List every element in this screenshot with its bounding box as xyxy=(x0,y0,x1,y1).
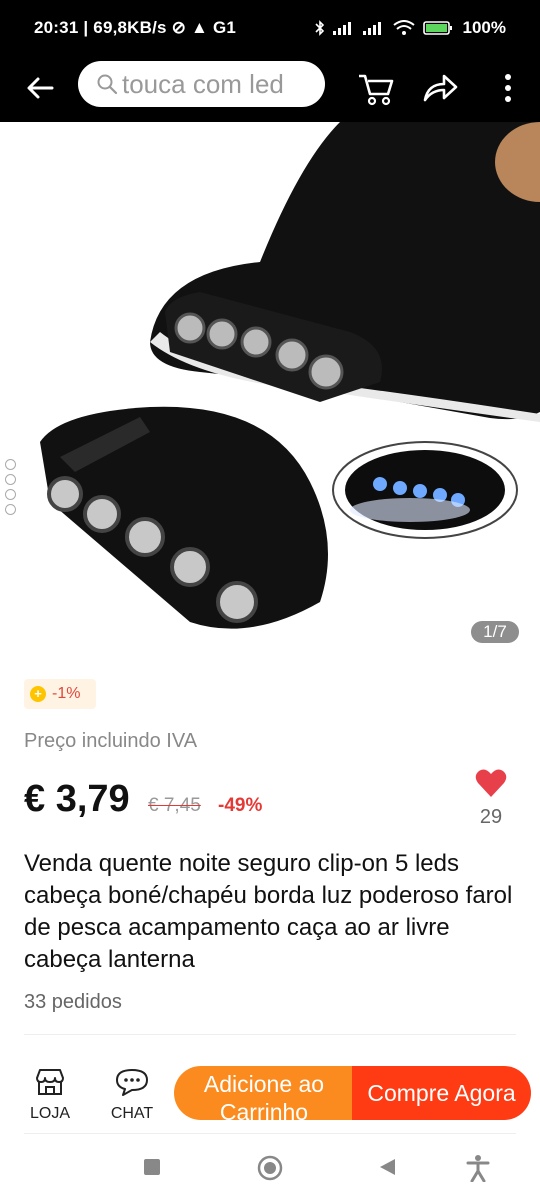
home-icon[interactable] xyxy=(257,1155,283,1181)
current-price: € 3,79 xyxy=(24,778,130,820)
chat-button[interactable]: CHAT xyxy=(104,1068,160,1123)
buy-now-button[interactable]: Compre Agora xyxy=(352,1066,531,1120)
promo-badge[interactable]: + -1% xyxy=(24,679,96,709)
system-nav-bar xyxy=(0,1140,540,1200)
status-bar: 20:31 | 69,8KB/s ⊘ ▲ G1 100% xyxy=(0,0,540,58)
notification-icons: ⊘ ▲ G1 xyxy=(171,18,237,37)
accessibility-icon[interactable] xyxy=(466,1154,490,1182)
heart-icon[interactable] xyxy=(475,768,507,798)
status-right: 100% xyxy=(314,18,506,38)
battery-icon xyxy=(422,21,452,35)
gallery-thumbnail-dots xyxy=(5,459,16,515)
search-icon xyxy=(97,74,118,95)
add-to-cart-button[interactable]: Adicione ao Carrinho xyxy=(174,1066,354,1120)
chat-label: CHAT xyxy=(110,1105,154,1122)
app-header: touca com led xyxy=(0,58,540,122)
back-nav-icon[interactable] xyxy=(378,1158,396,1176)
store-label: LOJA xyxy=(29,1105,70,1122)
more-icon[interactable] xyxy=(488,68,528,108)
product-image xyxy=(40,122,540,629)
battery-level: 100% xyxy=(462,18,506,37)
status-time: 20:31 xyxy=(34,18,79,37)
vat-note: Preço incluindo IVA xyxy=(24,730,198,752)
product-image-gallery[interactable] xyxy=(0,122,540,657)
cart-icon[interactable] xyxy=(356,68,396,108)
search-placeholder: touca com led xyxy=(122,68,284,99)
original-price: € 7,45 xyxy=(148,795,201,816)
status-left: 20:31 | 69,8KB/s ⊘ ▲ G1 xyxy=(34,18,237,37)
image-counter: 1/7 xyxy=(471,621,519,643)
gallery-dot[interactable] xyxy=(5,474,16,485)
signal-icons xyxy=(314,20,453,36)
product-title: Venda quente noite seguro clip-on 5 leds… xyxy=(24,850,513,973)
signal-icon-2 xyxy=(362,22,381,35)
search-bar[interactable]: touca com led xyxy=(78,61,325,107)
chat-icon xyxy=(116,1069,148,1096)
signal-icon xyxy=(332,22,351,35)
back-arrow-icon[interactable] xyxy=(22,70,58,106)
store-button[interactable]: LOJA xyxy=(22,1068,78,1123)
share-icon[interactable] xyxy=(420,68,460,108)
wishlist-count: 29 xyxy=(479,806,503,828)
recents-icon[interactable] xyxy=(143,1158,161,1176)
gallery-dot[interactable] xyxy=(5,489,16,500)
gallery-dot[interactable] xyxy=(5,504,16,515)
promo-badge-text: -1% xyxy=(52,685,81,702)
divider xyxy=(24,1034,516,1035)
orders-count: 33 pedidos xyxy=(24,991,122,1013)
store-icon xyxy=(36,1069,64,1095)
bottom-divider xyxy=(24,1133,516,1134)
coin-icon: + xyxy=(30,686,46,702)
bluetooth-icon xyxy=(314,20,324,36)
discount-percent: -49% xyxy=(218,795,263,816)
status-speed: 69,8KB/s xyxy=(93,18,167,37)
wifi-icon xyxy=(392,20,415,35)
gallery-dot[interactable] xyxy=(5,459,16,470)
